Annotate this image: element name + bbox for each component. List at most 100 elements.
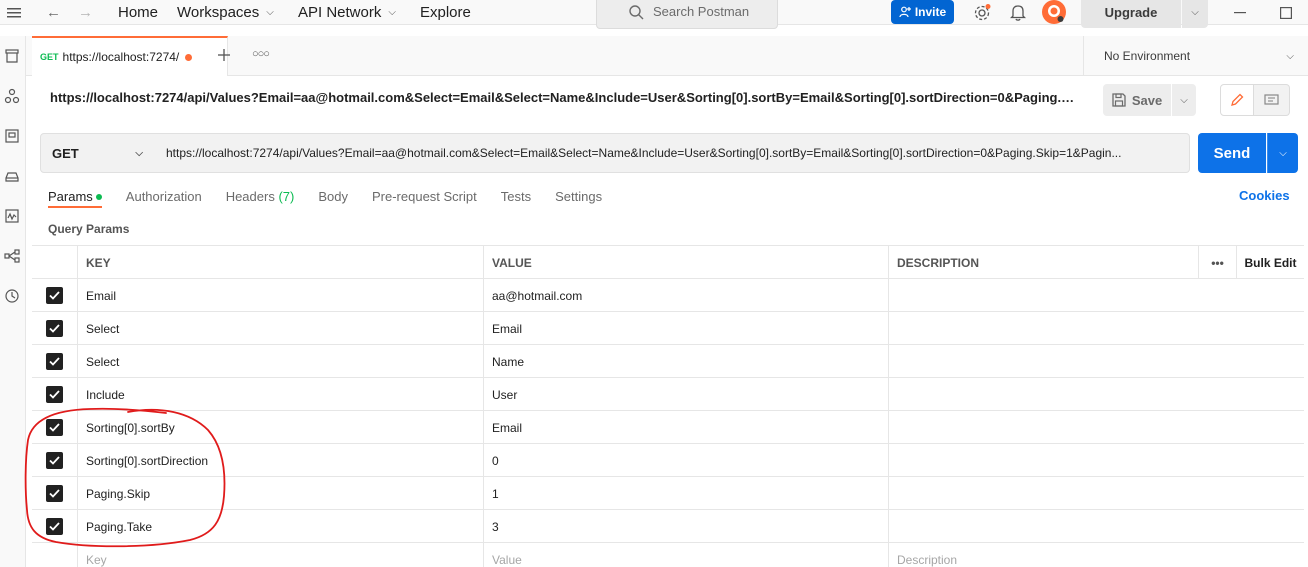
param-value[interactable]: aa@hotmail.com (483, 279, 889, 312)
param-description[interactable] (888, 312, 1198, 345)
comments-button[interactable] (1254, 84, 1290, 116)
tab-body[interactable]: Body (318, 186, 348, 208)
param-key[interactable]: Sorting[0].sortBy (77, 411, 483, 444)
row-check-cell (32, 312, 77, 345)
param-value[interactable]: Email (483, 411, 889, 444)
tab-headers-label: Headers (225, 189, 275, 204)
active-dot-icon (95, 193, 102, 200)
row-check-cell (32, 477, 77, 510)
minimize-window-icon[interactable] (1234, 0, 1246, 25)
param-key[interactable]: Select (77, 312, 483, 345)
forward-arrow-icon[interactable]: → (78, 0, 93, 25)
apis-icon[interactable] (4, 88, 22, 106)
param-value[interactable]: 0 (483, 444, 889, 477)
sidebar (0, 36, 26, 567)
chevron-down-icon: ⌵ (388, 7, 396, 18)
invite-label: Invite (914, 5, 947, 19)
tab-headers[interactable]: Headers (7) (226, 186, 295, 208)
mock-servers-icon[interactable] (4, 168, 22, 186)
param-description[interactable] (888, 345, 1198, 378)
query-params-table: KEY VALUE DESCRIPTION ••• Bulk Edit Emai… (32, 245, 1304, 567)
request-name[interactable]: https://localhost:7274/api/Values?Email=… (50, 90, 1080, 110)
new-description-input[interactable]: Description (888, 543, 1198, 567)
param-value[interactable]: 1 (483, 477, 889, 510)
row-check-cell (32, 345, 77, 378)
param-key[interactable]: Paging.Take (77, 510, 483, 543)
environments-icon[interactable] (4, 128, 22, 146)
tab-settings-label: Settings (555, 189, 603, 204)
request-tab[interactable]: GET https://localhost:7274/ (32, 36, 228, 76)
nav-api-network[interactable]: API Network ⌵ (298, 0, 396, 25)
invite-button[interactable]: Invite (891, 0, 954, 24)
tab-authorization[interactable]: Authorization (126, 186, 202, 208)
param-value[interactable]: 3 (483, 510, 889, 543)
nav-home[interactable]: Home (118, 0, 158, 25)
save-icon (1112, 93, 1126, 107)
settings-gear-icon[interactable] (973, 0, 991, 25)
param-key[interactable]: Select (77, 345, 483, 378)
more-tabs-icon[interactable]: ○○○ (252, 48, 270, 60)
history-icon[interactable] (4, 288, 22, 306)
back-arrow-icon[interactable]: ← (46, 0, 61, 25)
param-checkbox[interactable] (46, 386, 63, 403)
param-checkbox[interactable] (46, 419, 63, 436)
param-description[interactable] (888, 444, 1198, 477)
row-check-cell (32, 543, 77, 567)
table-row: Select Email (32, 312, 1304, 345)
param-key[interactable]: Sorting[0].sortDirection (77, 444, 483, 477)
url-value: https://localhost:7274/api/Values?Email=… (166, 146, 1122, 160)
table-row: Sorting[0].sortDirection 0 (32, 444, 1304, 477)
send-button[interactable]: Send (1198, 133, 1266, 173)
param-checkbox[interactable] (46, 320, 63, 337)
param-checkbox[interactable] (46, 353, 63, 370)
param-description[interactable] (888, 477, 1198, 510)
collections-icon[interactable] (4, 48, 22, 66)
param-key[interactable]: Email (77, 279, 483, 312)
save-label: Save (1131, 92, 1163, 108)
avatar[interactable] (1041, 0, 1067, 25)
notification-bell-icon[interactable] (1010, 0, 1026, 25)
param-checkbox[interactable] (46, 485, 63, 502)
cookies-link[interactable]: Cookies (1239, 188, 1290, 203)
tab-settings[interactable]: Settings (555, 186, 602, 208)
maximize-window-icon[interactable] (1280, 0, 1292, 25)
column-options-icon[interactable]: ••• (1198, 246, 1236, 279)
new-tab-plus-icon[interactable] (217, 48, 231, 65)
url-input[interactable]: https://localhost:7274/api/Values?Email=… (155, 133, 1190, 173)
param-checkbox[interactable] (46, 287, 63, 304)
upgrade-button[interactable]: Upgrade (1081, 0, 1181, 28)
search-input[interactable]: Search Postman (596, 0, 778, 29)
new-key-input[interactable]: Key (77, 543, 483, 567)
save-dropdown-button[interactable]: ⌵ (1172, 84, 1196, 116)
param-checkbox[interactable] (46, 452, 63, 469)
tab-params[interactable]: Params (48, 186, 102, 208)
param-description[interactable] (888, 411, 1198, 444)
http-method-value: GET (52, 145, 79, 161)
nav-explore[interactable]: Explore (420, 0, 471, 25)
nav-workspaces[interactable]: Workspaces ⌵ (177, 0, 274, 25)
bulk-edit-button[interactable]: Bulk Edit (1236, 246, 1304, 279)
param-checkbox[interactable] (46, 518, 63, 535)
tab-tests[interactable]: Tests (501, 186, 531, 208)
param-value[interactable]: Email (483, 312, 889, 345)
param-description[interactable] (888, 279, 1198, 312)
param-key[interactable]: Include (77, 378, 483, 411)
param-value[interactable]: Name (483, 345, 889, 378)
send-dropdown-button[interactable]: ⌵ (1267, 133, 1298, 173)
param-key[interactable]: Paging.Skip (77, 477, 483, 510)
environment-select[interactable]: No Environment ⌵ (1083, 36, 1308, 76)
param-description[interactable] (888, 378, 1198, 411)
upgrade-dropdown-button[interactable]: ⌵ (1182, 0, 1208, 28)
monitors-icon[interactable] (4, 208, 22, 226)
param-description[interactable] (888, 510, 1198, 543)
menu-icon[interactable] (7, 0, 25, 25)
param-value[interactable]: User (483, 378, 889, 411)
edit-pencil-button[interactable] (1220, 84, 1254, 116)
http-method-select[interactable]: GET ⌵ (40, 133, 156, 173)
save-button[interactable]: Save (1103, 84, 1171, 116)
tab-prerequest-script[interactable]: Pre-request Script (372, 186, 477, 208)
flows-icon[interactable] (4, 248, 22, 266)
new-param-row: Key Value Description (32, 543, 1304, 567)
new-value-input[interactable]: Value (483, 543, 889, 567)
query-params-title: Query Params (48, 222, 130, 236)
